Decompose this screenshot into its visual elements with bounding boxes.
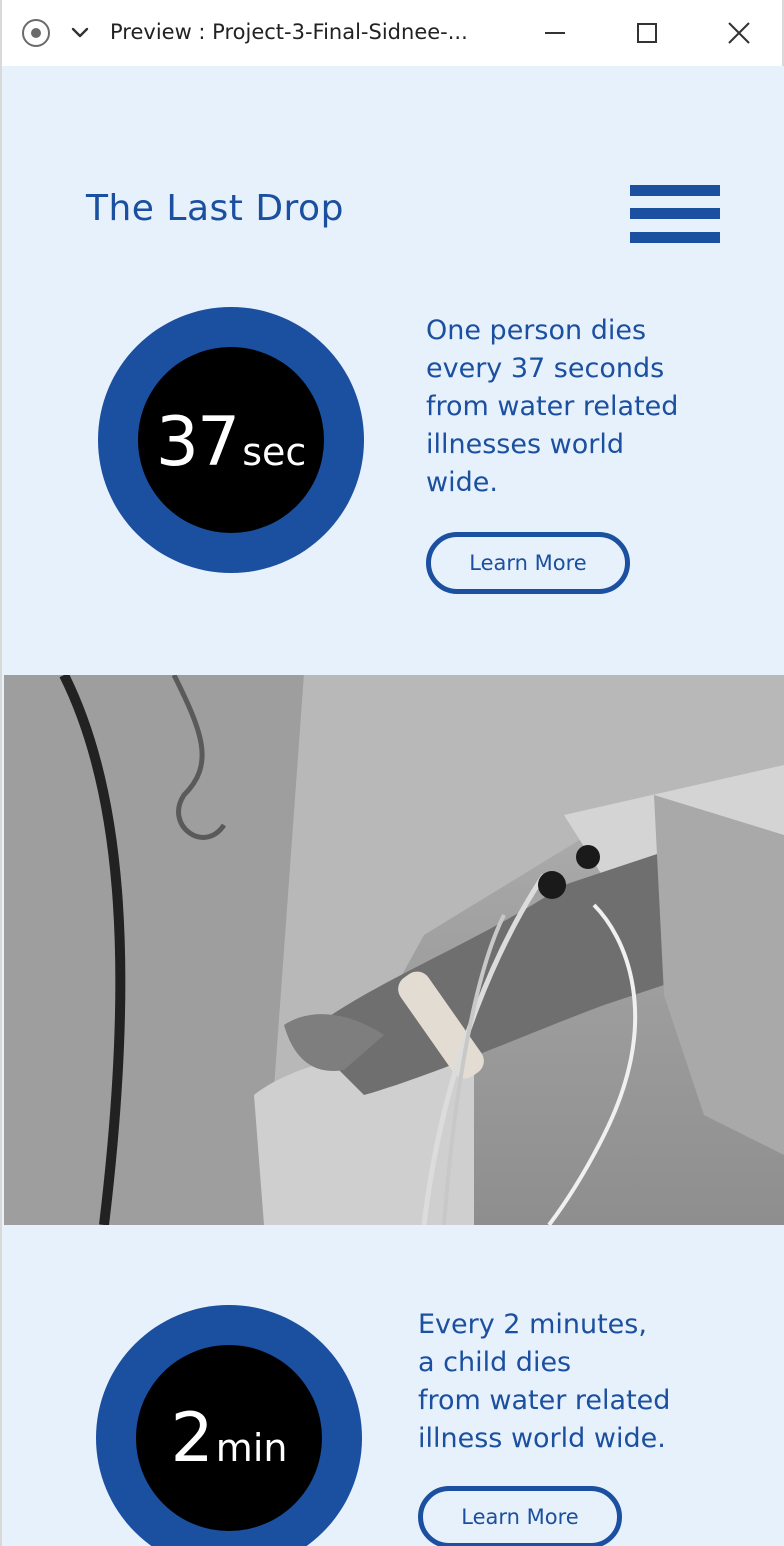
- stat-number: 2: [170, 1399, 214, 1478]
- preview-window: Preview : Project-3-Final-Sidnee-... The…: [0, 0, 784, 1546]
- learn-more-button[interactable]: Learn More: [418, 1486, 622, 1546]
- chevron-down-icon[interactable]: [70, 22, 90, 42]
- window-title: Preview : Project-3-Final-Sidnee-...: [110, 20, 468, 44]
- title-bar: Preview : Project-3-Final-Sidnee-...: [2, 0, 782, 66]
- record-icon[interactable]: [22, 19, 50, 47]
- site-brand[interactable]: The Last Drop: [86, 188, 344, 229]
- stat-circle-center: 2 min: [136, 1345, 322, 1531]
- menu-bar: [630, 185, 720, 196]
- stat-description: Every 2 minutes, a child dies from water…: [418, 1309, 671, 1454]
- menu-bar: [630, 232, 720, 243]
- hamburger-menu-icon[interactable]: [630, 184, 720, 246]
- menu-bar: [630, 208, 720, 219]
- hospital-iv-hand-photo: [4, 675, 784, 1225]
- stat-circle: 2 min: [96, 1305, 362, 1546]
- photo-illustration: [4, 675, 784, 1225]
- minimize-icon[interactable]: [538, 16, 572, 50]
- stat-circle: 37 sec: [98, 307, 364, 573]
- close-icon[interactable]: [722, 16, 756, 50]
- stat-unit: sec: [242, 430, 307, 474]
- maximize-icon[interactable]: [630, 16, 664, 50]
- stat-description: One person dies every 37 seconds from wa…: [426, 315, 679, 498]
- web-page: The Last Drop 37 sec One person dies eve…: [4, 66, 784, 1546]
- stat-number: 37: [155, 403, 241, 482]
- stat-unit: min: [215, 1426, 288, 1470]
- learn-more-button[interactable]: Learn More: [426, 532, 630, 594]
- stat-circle-center: 37 sec: [138, 347, 324, 533]
